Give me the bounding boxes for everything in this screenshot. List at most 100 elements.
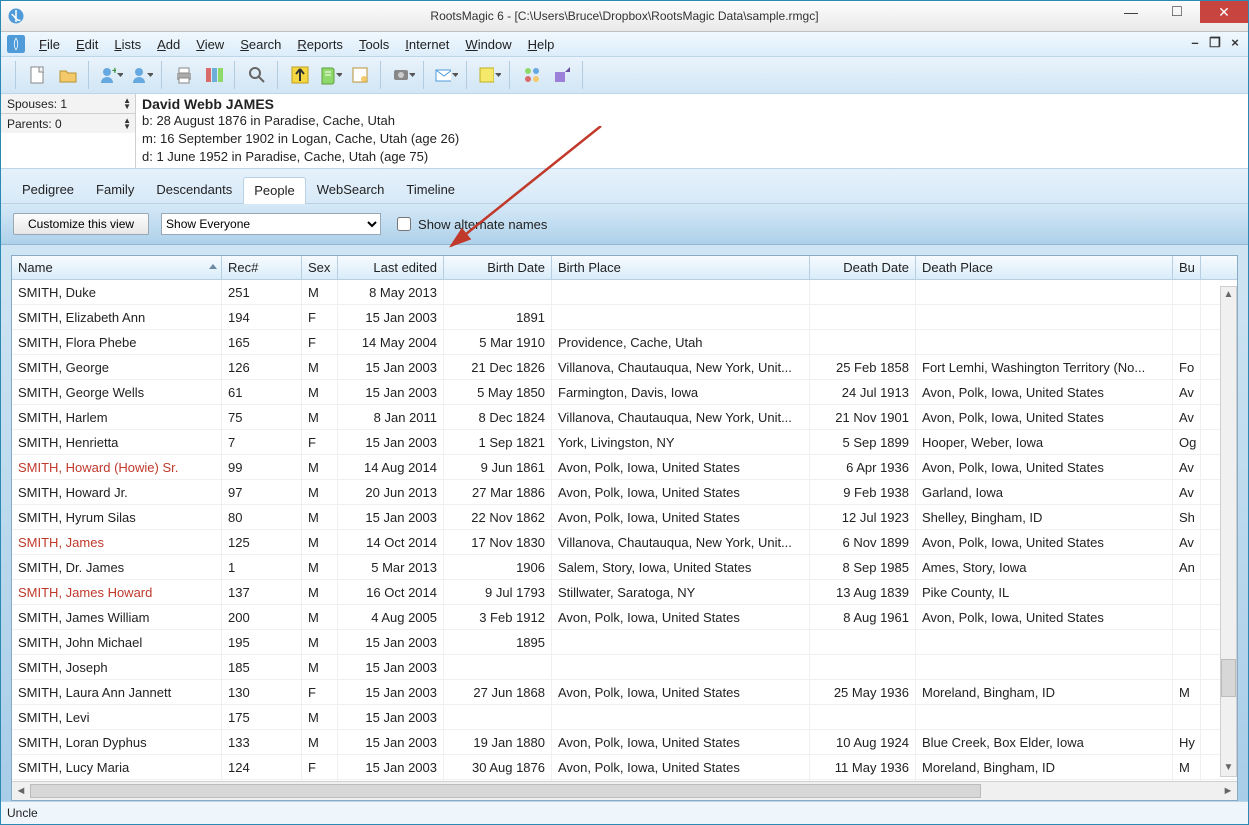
col-header-sex[interactable]: Sex [302, 256, 338, 279]
table-row[interactable]: SMITH, Howard (Howie) Sr.99M14 Aug 20149… [12, 455, 1237, 480]
menu-tools[interactable]: Tools [351, 32, 397, 56]
print-button[interactable] [171, 62, 197, 88]
col-header-bu[interactable]: Bu [1173, 256, 1201, 279]
col-header-bdate[interactable]: Birth Date [444, 256, 552, 279]
mdi-minimize[interactable]: – [1188, 35, 1202, 51]
table-row[interactable]: SMITH, George Wells61M15 Jan 20035 May 1… [12, 380, 1237, 405]
table-row[interactable]: SMITH, James William200M4 Aug 20053 Feb … [12, 605, 1237, 630]
table-row[interactable]: SMITH, Laura Ann Jannett130F15 Jan 20032… [12, 680, 1237, 705]
maximize-button[interactable]: □ [1154, 1, 1200, 23]
horizontal-scrollbar[interactable]: ◄ ► [12, 781, 1237, 800]
tab-people[interactable]: People [243, 177, 305, 204]
table-row[interactable]: SMITH, Harlem75M8 Jan 20118 Dec 1824Vill… [12, 405, 1237, 430]
menu-lists[interactable]: Lists [106, 32, 149, 56]
email-button[interactable] [433, 62, 459, 88]
filter-select[interactable]: Show Everyone [161, 213, 381, 235]
spouses-row[interactable]: Spouses: 1 ▲▼ [1, 94, 135, 114]
cell-sex: F [302, 305, 338, 329]
cell-bdate [444, 705, 552, 729]
scroll-up-icon[interactable]: ▲ [1221, 287, 1236, 303]
research-button[interactable] [287, 62, 313, 88]
hscroll-thumb[interactable] [30, 784, 981, 798]
menu-internet[interactable]: Internet [397, 32, 457, 56]
menu-file[interactable]: File [31, 32, 68, 56]
scroll-right-icon[interactable]: ► [1219, 785, 1237, 797]
cell-edit: 5 Mar 2013 [338, 555, 444, 579]
table-row[interactable]: SMITH, Loran Dyphus133M15 Jan 200319 Jan… [12, 730, 1237, 755]
table-row[interactable]: SMITH, Henrietta7F15 Jan 20031 Sep 1821Y… [12, 430, 1237, 455]
cell-bu: Av [1173, 530, 1201, 554]
col-header-name[interactable]: Name [12, 256, 222, 279]
col-header-rec[interactable]: Rec# [222, 256, 302, 279]
search-button[interactable] [244, 62, 270, 88]
col-header-ddate[interactable]: Death Date [810, 256, 916, 279]
tabs-wrap: Pedigree Family Descendants People WebSe… [1, 169, 1248, 245]
table-row[interactable]: SMITH, Duke251M8 May 2013 [12, 280, 1237, 305]
menu-edit[interactable]: Edit [68, 32, 106, 56]
col-header-bplace[interactable]: Birth Place [552, 256, 810, 279]
tab-timeline[interactable]: Timeline [395, 176, 466, 203]
table-row[interactable]: SMITH, Lucy Maria124F15 Jan 200330 Aug 1… [12, 755, 1237, 780]
tab-descendants[interactable]: Descendants [145, 176, 243, 203]
table-row[interactable]: SMITH, Elizabeth Ann194F15 Jan 20031891 [12, 305, 1237, 330]
new-file-button[interactable] [25, 62, 51, 88]
mdi-restore[interactable]: ❐ [1208, 35, 1222, 51]
cell-bu: Av [1173, 405, 1201, 429]
table-row[interactable]: SMITH, Flora Phebe165F14 May 20045 Mar 1… [12, 330, 1237, 355]
close-button[interactable]: ✕ [1200, 1, 1248, 23]
grid-body[interactable]: SMITH, Duke251M8 May 2013SMITH, Elizabet… [12, 280, 1237, 781]
menu-help[interactable]: Help [520, 32, 563, 56]
menu-reports[interactable]: Reports [289, 32, 351, 56]
table-row[interactable]: SMITH, James125M14 Oct 201417 Nov 1830Vi… [12, 530, 1237, 555]
tab-pedigree[interactable]: Pedigree [11, 176, 85, 203]
vscroll-track[interactable] [1221, 303, 1236, 760]
col-header-dplace[interactable]: Death Place [916, 256, 1173, 279]
table-row[interactable]: SMITH, Dr. James1M5 Mar 20131906Salem, S… [12, 555, 1237, 580]
table-row[interactable]: SMITH, James Howard137M16 Oct 20149 Jul … [12, 580, 1237, 605]
table-row[interactable]: SMITH, Levi175M15 Jan 2003 [12, 705, 1237, 730]
familysearch-button[interactable] [519, 62, 545, 88]
hscroll-track[interactable] [30, 784, 1219, 798]
scroll-left-icon[interactable]: ◄ [12, 785, 30, 797]
table-row[interactable]: SMITH, George126M15 Jan 200321 Dec 1826V… [12, 355, 1237, 380]
notes-button[interactable] [476, 62, 502, 88]
vscroll-thumb[interactable] [1221, 659, 1236, 697]
cell-bu: M [1173, 680, 1201, 704]
people-grid: Name Rec# Sex Last edited Birth Date Bir… [11, 255, 1238, 801]
media-button[interactable] [390, 62, 416, 88]
certificate-button[interactable] [347, 62, 373, 88]
parents-row[interactable]: Parents: 0 ▲▼ [1, 114, 135, 133]
cell-bplace: Salem, Story, Iowa, United States [552, 555, 810, 579]
menu-search[interactable]: Search [232, 32, 289, 56]
cell-edit: 15 Jan 2003 [338, 705, 444, 729]
cell-sex: M [302, 705, 338, 729]
cell-ddate [810, 705, 916, 729]
edit-person-button[interactable] [128, 62, 154, 88]
customize-view-button[interactable]: Customize this view [13, 213, 149, 235]
menu-window[interactable]: Window [457, 32, 519, 56]
table-row[interactable]: SMITH, Joseph185M15 Jan 2003 [12, 655, 1237, 680]
scroll-down-icon[interactable]: ▼ [1221, 760, 1236, 776]
alt-names-wrap[interactable]: Show alternate names [393, 214, 547, 234]
publish-button[interactable] [201, 62, 227, 88]
cell-ddate [810, 655, 916, 679]
open-file-button[interactable] [55, 62, 81, 88]
col-header-edit[interactable]: Last edited [338, 256, 444, 279]
table-row[interactable]: SMITH, Hyrum Silas80M15 Jan 200322 Nov 1… [12, 505, 1237, 530]
add-person-button[interactable]: + [98, 62, 124, 88]
minimize-button[interactable]: — [1108, 1, 1154, 23]
menu-view[interactable]: View [188, 32, 232, 56]
tab-family[interactable]: Family [85, 176, 145, 203]
tab-websearch[interactable]: WebSearch [306, 176, 396, 203]
share-button[interactable] [549, 62, 575, 88]
table-row[interactable]: SMITH, John Michael195M15 Jan 20031895 [12, 630, 1237, 655]
cell-sex: M [302, 355, 338, 379]
cell-bdate [444, 655, 552, 679]
vertical-scrollbar[interactable]: ▲ ▼ [1220, 286, 1237, 777]
sources-button[interactable] [317, 62, 343, 88]
alt-names-checkbox[interactable] [397, 217, 411, 231]
mdi-close[interactable]: × [1228, 35, 1242, 51]
table-row[interactable]: SMITH, Howard Jr.97M20 Jun 201327 Mar 18… [12, 480, 1237, 505]
menu-add[interactable]: Add [149, 32, 188, 56]
cell-bu: Fo [1173, 355, 1201, 379]
